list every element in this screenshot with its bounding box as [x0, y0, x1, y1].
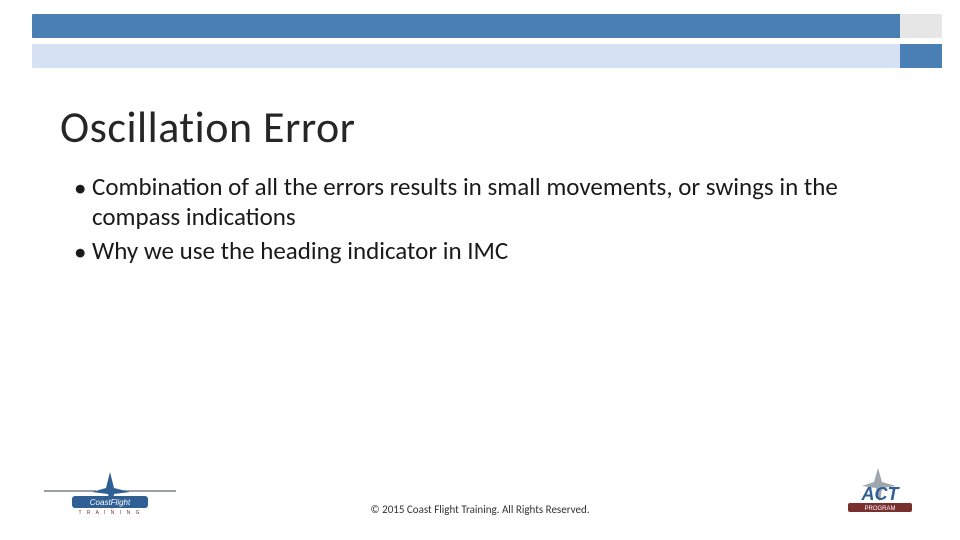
bullet-marker: • [74, 236, 92, 267]
svg-text:CoastFlight: CoastFlight [90, 498, 131, 507]
act-program-logo: ACT PROGRAM [830, 466, 930, 518]
header-rule [32, 14, 942, 68]
svg-text:ACT: ACT [861, 484, 901, 504]
slide-title: Oscillation Error [60, 100, 356, 154]
bullet-text: Why we use the heading indicator in IMC [92, 236, 910, 267]
bullet-item: • Combination of all the errors results … [74, 172, 910, 232]
bullet-text: Combination of all the errors results in… [92, 172, 910, 232]
header-bar-dark [32, 14, 942, 38]
slide-body: • Combination of all the errors results … [74, 172, 910, 271]
coast-flight-logo: CoastFlight T R A I N I N G [40, 466, 180, 516]
header-bar-light [32, 44, 942, 68]
svg-text:PROGRAM: PROGRAM [864, 506, 895, 512]
svg-text:T R A I N I N G: T R A I N I N G [79, 510, 142, 516]
bullet-item: • Why we use the heading indicator in IM… [74, 236, 910, 267]
slide: Oscillation Error • Combination of all t… [0, 0, 960, 540]
bullet-marker: • [74, 172, 92, 232]
